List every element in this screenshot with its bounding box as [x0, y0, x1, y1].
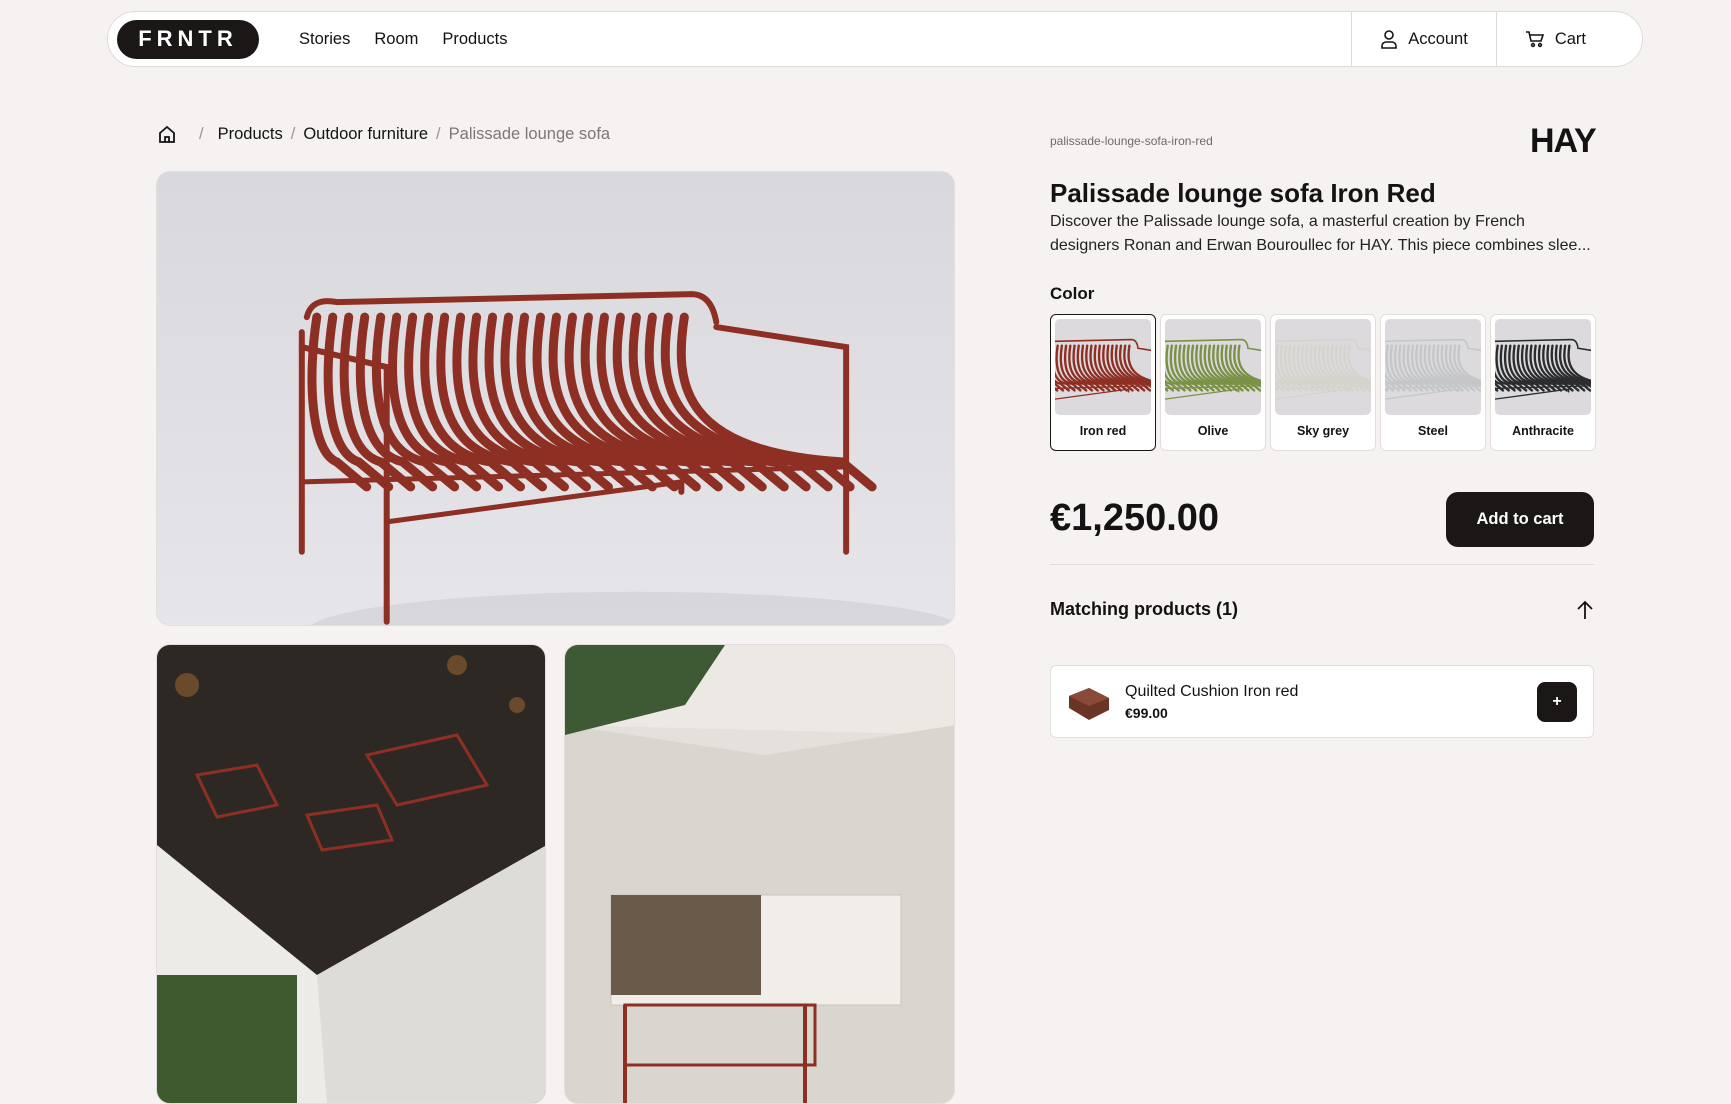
breadcrumb-current: Palissade lounge sofa [448, 124, 611, 143]
matching-product-name[interactable]: Quilted Cushion Iron red [1125, 683, 1298, 701]
breadcrumb-products[interactable]: Products [218, 125, 283, 144]
brand-logo[interactable]: HAY [1530, 122, 1597, 161]
matching-product-price: €99.00 [1125, 704, 1168, 721]
cart-label: Cart [1554, 29, 1586, 48]
add-matching-product-button[interactable]: + [1537, 681, 1577, 722]
swatch-label: Iron red [1079, 424, 1127, 438]
swatch-label: Steel [1418, 424, 1448, 438]
matching-product-card[interactable]: Quilted Cushion Iron red €99.00 + [1050, 665, 1594, 738]
swatch-label: Anthracite [1512, 424, 1574, 438]
swatch-label: Sky grey [1296, 424, 1350, 438]
breadcrumb-separator: / [290, 124, 296, 143]
swatch-image [1055, 319, 1151, 415]
main-product-image[interactable] [156, 171, 955, 626]
product-title: Palissade lounge sofa Iron Red [1050, 178, 1436, 208]
home-icon[interactable] [157, 124, 177, 144]
breadcrumb-outdoor-furniture[interactable]: Outdoor furniture [303, 125, 428, 144]
color-swatch-steel[interactable]: Steel [1380, 314, 1486, 451]
divider [1050, 564, 1594, 565]
product-slug: palissade-lounge-sofa-iron-red [1050, 134, 1213, 148]
arrow-up-icon[interactable] [1576, 600, 1594, 620]
user-icon [1381, 30, 1398, 49]
add-to-cart-button[interactable]: Add to cart [1446, 492, 1594, 547]
breadcrumb-separator: / [436, 124, 441, 143]
nav-link-products[interactable]: Products [442, 30, 507, 49]
swatch-image [1165, 319, 1261, 415]
color-swatch-anthracite[interactable]: Anthracite [1490, 314, 1596, 451]
color-swatch-iron-red[interactable]: Iron red [1050, 314, 1156, 451]
swatch-image [1495, 319, 1591, 415]
account-button[interactable]: Account [1351, 12, 1496, 66]
matching-products-toggle[interactable]: Matching products (1) [1050, 599, 1594, 620]
color-swatches: Iron red Olive Sky grey Steel Anthracite [1050, 314, 1596, 451]
swatch-image [1385, 319, 1481, 415]
color-swatch-sky-grey[interactable]: Sky grey [1270, 314, 1376, 451]
top-navigation: FRNTR Stories Room Products Account Cart [107, 11, 1643, 67]
color-label: Color [1050, 284, 1095, 303]
logo[interactable]: FRNTR [117, 19, 259, 59]
cushion-thumbnail [1069, 687, 1109, 720]
matching-products-title: Matching products (1) [1050, 599, 1238, 619]
color-swatch-olive[interactable]: Olive [1160, 314, 1266, 451]
account-label: Account [1408, 29, 1468, 48]
swatch-label: Olive [1197, 424, 1229, 438]
breadcrumb: / Products / Outdoor furniture / Palissa… [157, 124, 610, 144]
nav-link-room[interactable]: Room [374, 30, 418, 49]
swatch-image [1275, 319, 1371, 415]
product-description: Discover the Palissade lounge sofa, a ma… [1050, 213, 1591, 254]
cart-button[interactable]: Cart [1495, 12, 1642, 66]
nav-link-stories[interactable]: Stories [299, 30, 350, 49]
breadcrumb-separator: / [199, 124, 204, 143]
gallery-image-wall[interactable] [564, 644, 955, 1104]
gallery-image-garden[interactable] [156, 644, 546, 1104]
cart-icon [1525, 31, 1544, 48]
plus-icon: + [1552, 692, 1562, 710]
